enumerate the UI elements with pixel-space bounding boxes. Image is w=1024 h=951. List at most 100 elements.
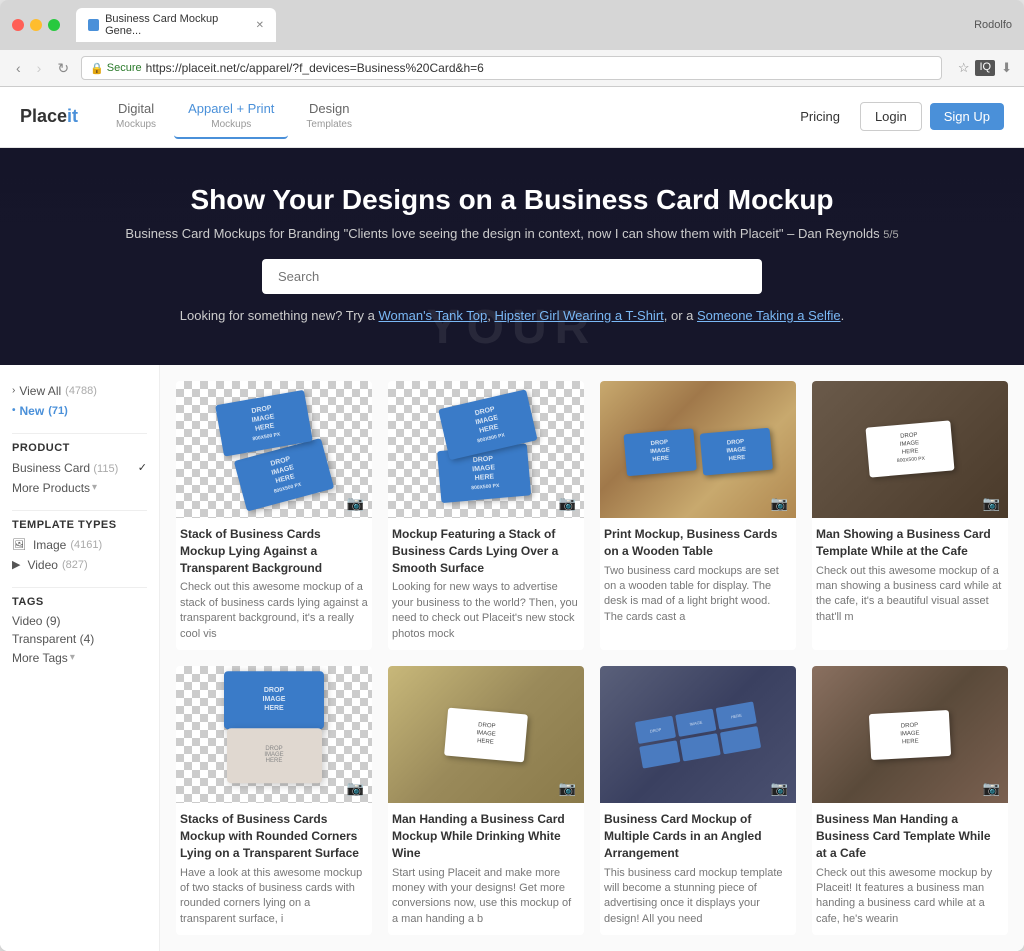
card-8[interactable]: DROPIMAGEHERE 📷 Business Man Handing a B… — [812, 666, 1008, 935]
card-5[interactable]: DROPIMAGEHERE DROPIMAGEHERE 📷 Stacks — [176, 666, 372, 935]
nav-design-sub: Templates — [306, 118, 352, 131]
address-text: https://placeit.net/c/apparel/?f_devices… — [146, 61, 484, 75]
maximize-button[interactable] — [48, 19, 60, 31]
bookmark-icon[interactable]: ☆ — [958, 60, 970, 76]
iq-icon[interactable]: IQ — [975, 60, 995, 76]
card-4-body: Man Showing a Business Card Template Whi… — [812, 518, 1008, 633]
camera-icon-6: 📷 — [559, 780, 576, 797]
sidebar-business-card[interactable]: Business Card (115) ✓ — [12, 458, 147, 478]
close-button[interactable] — [12, 19, 24, 31]
camera-icon-4: 📷 — [983, 495, 1000, 512]
sidebar-video[interactable]: ▶ Video (827) — [12, 555, 147, 575]
nav-apparel-sub: Mockups — [188, 118, 274, 131]
card-1-title: Stack of Business Cards Mockup Lying Aga… — [180, 526, 368, 576]
card-4-title: Man Showing a Business Card Template Whi… — [816, 526, 1004, 560]
nav-digital-sub: Mockups — [116, 118, 156, 131]
download-icon[interactable]: ⬇ — [1001, 60, 1012, 76]
card-3-desc: Two business card mockups are set on a w… — [604, 564, 792, 626]
nav-digital[interactable]: DigitalMockups — [102, 95, 170, 139]
login-button[interactable]: Login — [860, 102, 922, 131]
sidebar-view-all[interactable]: › View All (4788) — [12, 381, 147, 401]
card-2-title: Mockup Featuring a Stack of Business Car… — [392, 526, 580, 576]
address-input[interactable]: 🔒 Secure https://placeit.net/c/apparel/?… — [81, 56, 942, 80]
search-bar[interactable] — [262, 259, 762, 294]
card-5-desc: Have a look at this awesome mockup of tw… — [180, 866, 368, 928]
address-icons: ☆ IQ ⬇ — [958, 60, 1012, 76]
card-7-body: Business Card Mockup of Multiple Cards i… — [600, 803, 796, 935]
card-1-desc: Check out this awesome mockup of a stack… — [180, 580, 368, 642]
forward-button[interactable]: › — [33, 58, 46, 78]
card-1[interactable]: DROPIMAGEHERE800X500 PX DROPIMAGEHERE800… — [176, 381, 372, 650]
pricing-button[interactable]: Pricing — [788, 103, 852, 130]
card-8-body: Business Man Handing a Business Card Tem… — [812, 803, 1008, 935]
main-layout: › View All (4788) • New (71) Product — [0, 365, 1024, 951]
card-6[interactable]: DROPIMAGEHERE 📷 Man Handing a Business C… — [388, 666, 584, 935]
nav-design[interactable]: DesignTemplates — [292, 95, 366, 139]
sidebar-section-types: Template Types 🖼 Image (4161) ▶ Video (8… — [12, 519, 147, 575]
suggestion-link-3[interactable]: Someone Taking a Selfie — [697, 308, 841, 323]
page-content: Placeit DigitalMockups Apparel + PrintMo… — [0, 87, 1024, 951]
minimize-button[interactable] — [30, 19, 42, 31]
sidebar-section-nav: › View All (4788) • New (71) — [12, 381, 147, 421]
secure-label: Secure — [107, 62, 142, 74]
card-4-image: DROPIMAGEHERE800X500 PX 📷 — [812, 381, 1008, 518]
camera-icon-5: 📷 — [347, 780, 364, 797]
back-button[interactable]: ‹ — [12, 58, 25, 78]
sidebar-new[interactable]: • New (71) — [12, 401, 147, 421]
chevron-down-icon: ▾ — [92, 482, 97, 493]
suggestion-link-2[interactable]: Hipster Girl Wearing a T-Shirt — [494, 308, 663, 323]
sidebar-product-label: Product — [12, 442, 147, 454]
card-grid: DROPIMAGEHERE800X500 PX DROPIMAGEHERE800… — [176, 381, 1008, 935]
tab-close-icon[interactable]: ✕ — [256, 20, 264, 31]
card-8-desc: Check out this awesome mockup by Placeit… — [816, 866, 1004, 928]
site-header: Placeit DigitalMockups Apparel + PrintMo… — [0, 87, 1024, 148]
card-7-desc: This business card mockup template will … — [604, 866, 792, 928]
search-input[interactable] — [278, 269, 746, 284]
video-icon: ▶ — [12, 558, 20, 571]
card-2-image: DROPIMAGEHERE800X500 PX DROPIMAGEHERE800… — [388, 381, 584, 518]
card-5-title: Stacks of Business Cards Mockup with Rou… — [180, 811, 368, 861]
sidebar-template-types-label: Template Types — [12, 519, 147, 531]
card-2[interactable]: DROPIMAGEHERE800X500 PX DROPIMAGEHERE800… — [388, 381, 584, 650]
site-logo[interactable]: Placeit — [20, 106, 78, 127]
card-7[interactable]: DROP IMAGE HERE 📷 Bu — [600, 666, 796, 935]
main-nav: DigitalMockups Apparel + PrintMockups De… — [102, 95, 788, 139]
card-6-title: Man Handing a Business Card Mockup While… — [392, 811, 580, 861]
camera-icon-3: 📷 — [771, 495, 788, 512]
hero-subtitle: Business Card Mockups for Branding "Clie… — [20, 226, 1004, 241]
signup-button[interactable]: Sign Up — [930, 103, 1004, 130]
hero-title: Show Your Designs on a Business Card Moc… — [20, 184, 1004, 216]
lock-icon: 🔒 — [90, 62, 104, 75]
sidebar-more-tags[interactable]: More Tags ▾ — [12, 648, 147, 668]
card-1-image: DROPIMAGEHERE800X500 PX DROPIMAGEHERE800… — [176, 381, 372, 518]
chevron-down-icon-2: ▾ — [70, 652, 75, 663]
card-6-body: Man Handing a Business Card Mockup While… — [388, 803, 584, 935]
header-actions: Pricing Login Sign Up — [788, 102, 1004, 131]
secure-badge: 🔒 Secure — [90, 62, 142, 75]
refresh-button[interactable]: ↻ — [53, 58, 73, 79]
sidebar-image[interactable]: 🖼 Image (4161) — [12, 535, 147, 555]
card-3-title: Print Mockup, Business Cards on a Wooden… — [604, 526, 792, 560]
image-icon: 🖼 — [12, 538, 26, 551]
address-bar: ‹ › ↻ 🔒 Secure https://placeit.net/c/app… — [0, 50, 1024, 87]
bc-label: Business Card (115) — [12, 461, 118, 475]
camera-icon-1: 📷 — [347, 495, 364, 512]
sidebar: › View All (4788) • New (71) Product — [0, 365, 160, 951]
sidebar-more-products[interactable]: More Products ▾ — [12, 478, 147, 498]
card-7-image: DROP IMAGE HERE 📷 — [600, 666, 796, 803]
camera-icon-8: 📷 — [983, 780, 1000, 797]
tag-video[interactable]: Video (9) — [12, 612, 147, 630]
card-3-image: DROPIMAGEHERE DROPIMAGEHERE 📷 — [600, 381, 796, 518]
card-4[interactable]: DROPIMAGEHERE800X500 PX 📷 Man Showing a … — [812, 381, 1008, 650]
nav-apparel[interactable]: Apparel + PrintMockups — [174, 95, 288, 139]
card-2-body: Mockup Featuring a Stack of Business Car… — [388, 518, 584, 650]
browser-tab[interactable]: Business Card Mockup Gene... ✕ — [76, 8, 276, 42]
tag-transparent[interactable]: Transparent (4) — [12, 630, 147, 648]
card-8-title: Business Man Handing a Business Card Tem… — [816, 811, 1004, 861]
card-7-title: Business Card Mockup of Multiple Cards i… — [604, 811, 792, 861]
card-1-body: Stack of Business Cards Mockup Lying Aga… — [176, 518, 372, 650]
card-8-image: DROPIMAGEHERE 📷 — [812, 666, 1008, 803]
suggestion-link-1[interactable]: Woman's Tank Top — [379, 308, 488, 323]
camera-icon-2: 📷 — [559, 495, 576, 512]
card-3[interactable]: DROPIMAGEHERE DROPIMAGEHERE 📷 Print — [600, 381, 796, 650]
